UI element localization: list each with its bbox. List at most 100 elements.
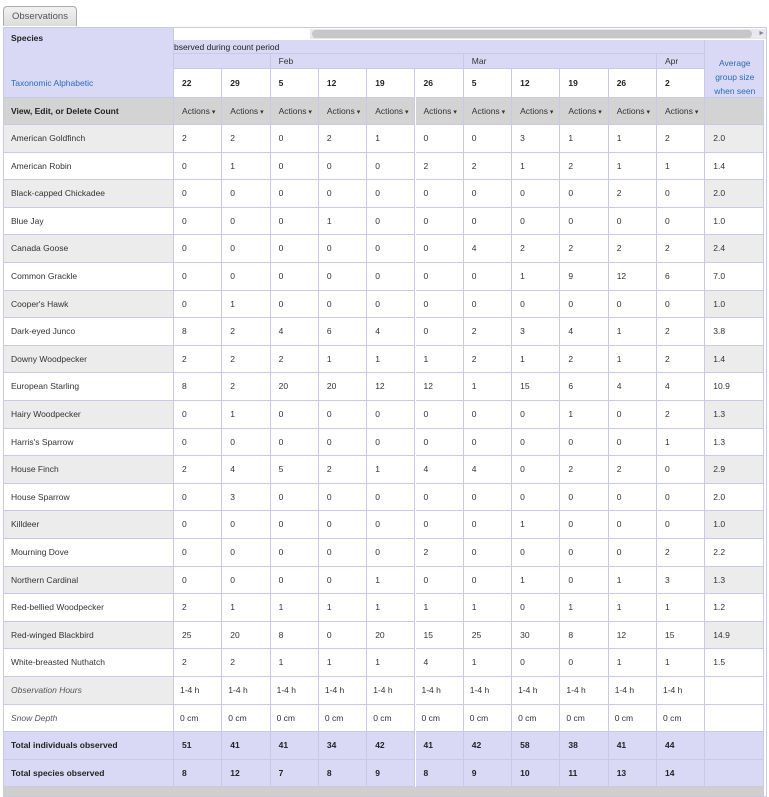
- scrollbar-thumb[interactable]: [312, 30, 752, 38]
- count-cell: 2: [174, 125, 223, 153]
- count-cell: 0: [174, 235, 223, 263]
- count-cell: 2: [560, 152, 609, 181]
- count-cell: 2: [560, 235, 609, 263]
- horizontal-scrollbar[interactable]: ►: [310, 29, 766, 39]
- count-cell: 2: [222, 318, 271, 346]
- count-cell: 0: [512, 290, 561, 319]
- avg-cell: 2.2: [705, 539, 765, 567]
- observation-hours-cell: 1-4 h: [367, 677, 416, 705]
- count-cell: 0: [318, 428, 368, 457]
- count-cell: 1: [512, 511, 561, 539]
- count-cell: 0: [560, 566, 609, 595]
- species-name: Red-winged Blackbird: [4, 621, 174, 650]
- count-cell: 12: [367, 373, 416, 401]
- total-cell: 8: [174, 759, 223, 788]
- total-cell: 10: [512, 759, 561, 788]
- observations-panel: bserved during count period Species Taxono…: [3, 27, 767, 797]
- actions-dropdown[interactable]: Actions: [560, 98, 609, 125]
- count-cell: 0: [318, 483, 368, 512]
- count-cell: 0: [415, 207, 464, 236]
- count-cell: 1: [463, 373, 513, 401]
- actions-avg-blank: [705, 98, 765, 125]
- count-cell: 0: [560, 290, 609, 319]
- total-cell: 38: [560, 732, 609, 760]
- observation-hours-cell: 1-4 h: [270, 677, 319, 705]
- count-cell: 0: [463, 566, 513, 595]
- count-cell: 0: [463, 511, 513, 539]
- count-cell: 4: [367, 318, 416, 346]
- taxonomic-alphabetic-link[interactable]: Taxonomic Alphabetic: [11, 76, 161, 90]
- count-cell: 0: [270, 511, 319, 539]
- avg-cell: 1.0: [705, 511, 765, 539]
- species-name: Dark-eyed Junco: [4, 318, 174, 346]
- actions-dropdown[interactable]: Actions: [270, 98, 319, 125]
- month-header: [174, 54, 271, 69]
- count-cell: 1: [318, 345, 368, 374]
- observation-hours-cell: 1-4 h: [174, 677, 223, 705]
- observation-hours-cell: 1-4 h: [608, 677, 657, 705]
- count-cell: 1: [608, 649, 657, 677]
- actions-dropdown[interactable]: Actions: [174, 98, 223, 125]
- count-cell: 1: [560, 594, 609, 622]
- total-cell: 11: [560, 759, 609, 788]
- count-cell: 1: [367, 649, 416, 677]
- count-cell: 1: [270, 649, 319, 677]
- count-cell: 0: [174, 152, 223, 181]
- actions-dropdown[interactable]: Actions: [512, 98, 561, 125]
- count-cell: 12: [608, 621, 657, 650]
- month-header: Mar: [463, 54, 657, 69]
- day-header: 19: [367, 69, 416, 98]
- observation-hours-cell: 1-4 h: [560, 677, 609, 705]
- count-cell: 0: [174, 483, 223, 512]
- count-cell: 0: [560, 649, 609, 677]
- observation-hours-cell: 1-4 h: [463, 677, 513, 705]
- snow-depth-cell: 0 cm: [463, 704, 513, 733]
- count-cell: 0: [463, 207, 513, 236]
- snow-depth-cell: 0 cm: [560, 704, 609, 733]
- species-name: Northern Cardinal: [4, 566, 174, 595]
- count-cell: 0: [222, 263, 271, 291]
- count-cell: 0: [463, 125, 513, 153]
- snow-depth-cell: 0 cm: [222, 704, 271, 733]
- count-cell: 8: [174, 373, 223, 401]
- count-cell: 8: [560, 621, 609, 650]
- count-cell: 0: [463, 290, 513, 319]
- avg-cell: 1.4: [705, 152, 765, 181]
- actions-dropdown[interactable]: Actions: [367, 98, 416, 125]
- actions-dropdown[interactable]: Actions: [222, 98, 271, 125]
- scroll-right-arrow-icon[interactable]: ►: [758, 29, 765, 39]
- observation-hours-cell: 1-4 h: [318, 677, 368, 705]
- total-cell: 13: [608, 759, 657, 788]
- count-cell: 0: [367, 539, 416, 567]
- count-cell: 0: [512, 483, 561, 512]
- observation-hours-avg-blank: [705, 677, 765, 705]
- snow-depth-label: Snow Depth: [4, 704, 174, 733]
- actions-dropdown[interactable]: Actions: [415, 98, 464, 125]
- total-cell: 14: [657, 759, 706, 788]
- count-cell: 0: [415, 125, 464, 153]
- count-cell: 0: [174, 207, 223, 236]
- count-cell: 2: [657, 125, 706, 153]
- count-cell: 5: [270, 456, 319, 484]
- tab-observations[interactable]: Observations: [3, 6, 77, 26]
- count-cell: 0: [463, 263, 513, 291]
- count-cell: 2: [608, 456, 657, 484]
- count-cell: 0: [318, 539, 368, 567]
- actions-dropdown[interactable]: Actions: [318, 98, 368, 125]
- total-label: Total species observed: [4, 759, 174, 788]
- count-cell: 0: [512, 401, 561, 429]
- species-name: European Starling: [4, 373, 174, 401]
- count-cell: 1: [512, 345, 561, 374]
- count-cell: 0: [415, 566, 464, 595]
- snow-depth-cell: 0 cm: [174, 704, 223, 733]
- actions-dropdown[interactable]: Actions: [463, 98, 513, 125]
- count-cell: 0: [657, 290, 706, 319]
- count-cell: 0: [608, 290, 657, 319]
- count-cell: 30: [512, 621, 561, 650]
- actions-dropdown[interactable]: Actions: [608, 98, 657, 125]
- count-cell: 0: [367, 263, 416, 291]
- count-cell: 2: [608, 235, 657, 263]
- actions-dropdown[interactable]: Actions: [657, 98, 706, 125]
- count-cell: 0: [270, 263, 319, 291]
- count-cell: 0: [174, 539, 223, 567]
